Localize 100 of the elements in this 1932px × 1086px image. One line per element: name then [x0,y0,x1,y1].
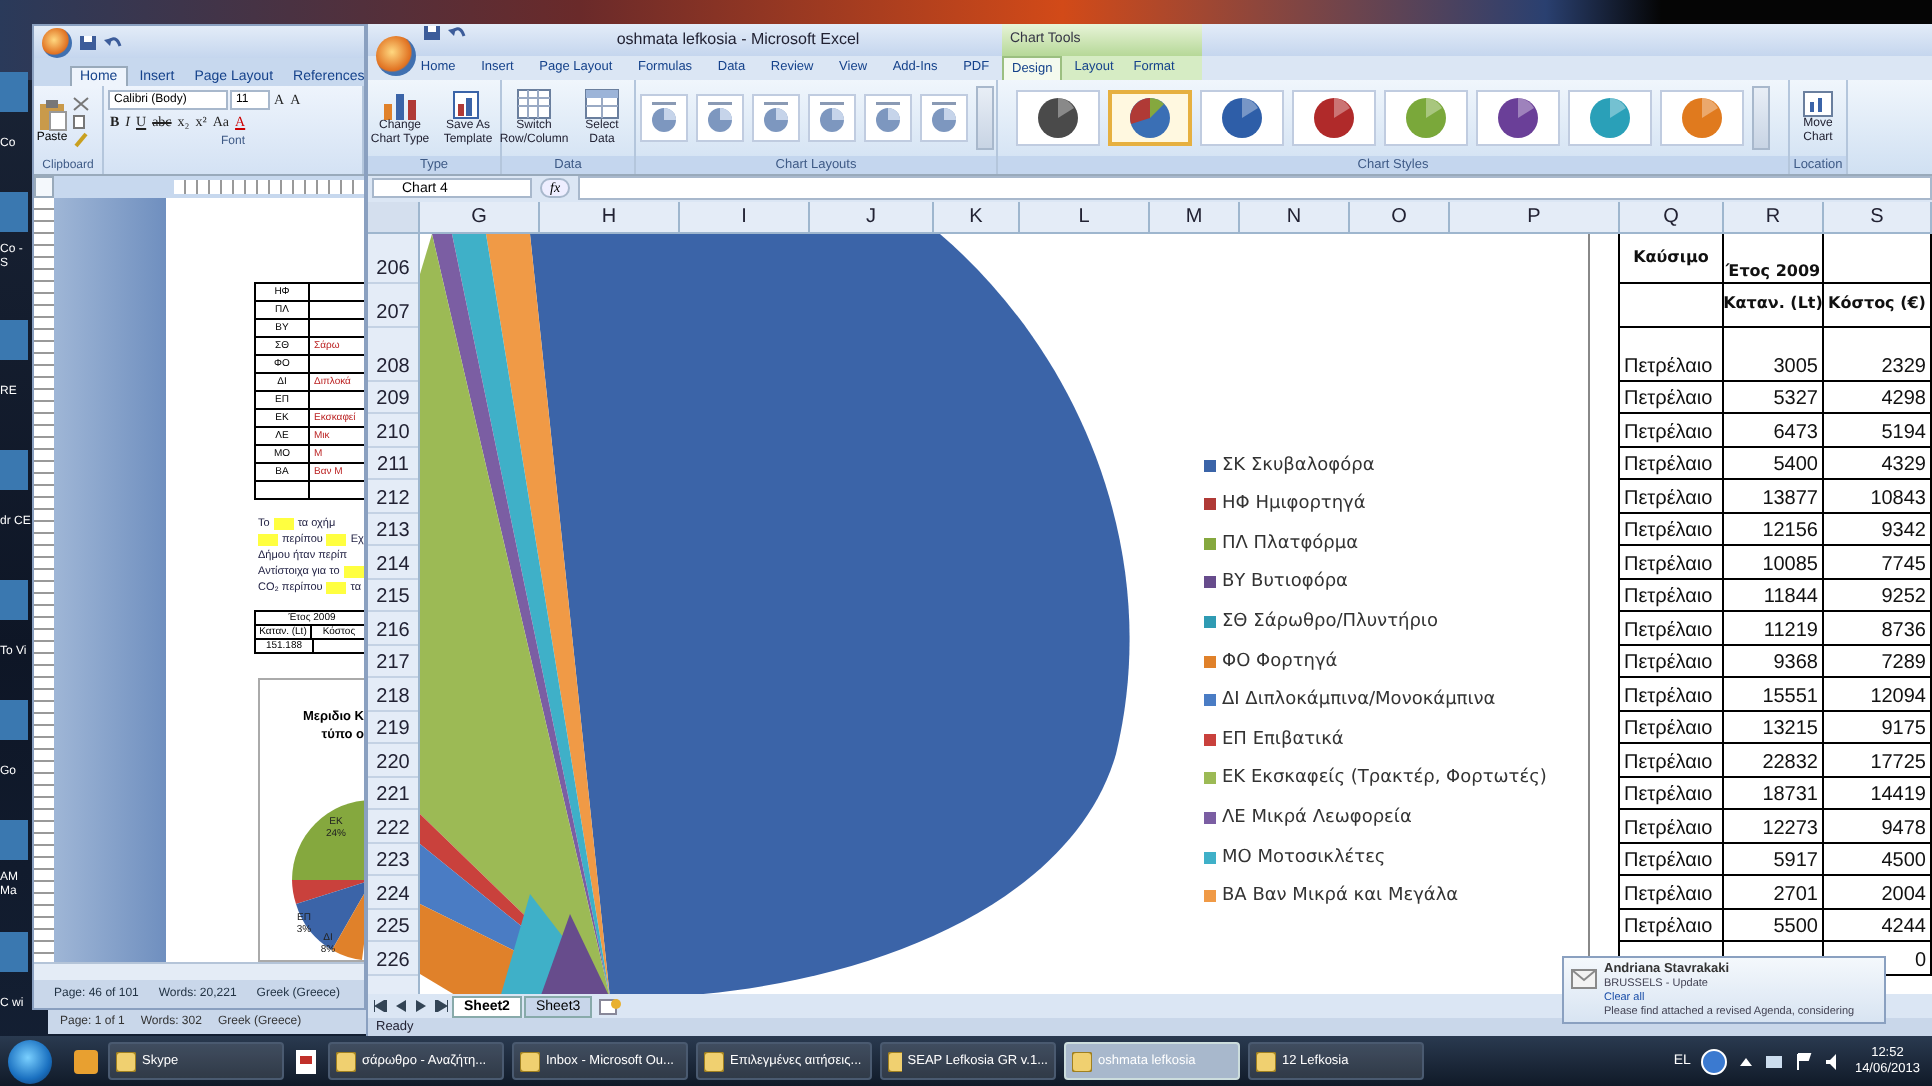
legend-label: ΣΘ Σάρωθρο/Πλυντήριο [1222,612,1438,633]
chart-layout-button[interactable] [751,93,799,142]
previous-sheet-button[interactable] [392,996,410,1017]
table-cell: 9252 [1824,579,1932,611]
table-cell: 11844 [1724,579,1824,611]
table-cell: Πετρέλαιο [1620,381,1724,413]
row-header[interactable]: 223 [368,843,418,877]
table-cell: 7289 [1824,645,1932,677]
chart-layout-button[interactable] [863,93,911,142]
brush-icon[interactable] [72,132,90,148]
chart-style-button[interactable] [1108,89,1192,146]
last-sheet-button[interactable] [432,996,450,1017]
table-cell: Πετρέλαιο [1620,711,1724,743]
table-cell: Πετρέλαιο [1620,843,1724,875]
first-sheet-button[interactable] [372,996,390,1017]
office-button[interactable] [376,36,416,76]
table-cell: Πετρέλαιο [1620,546,1724,578]
table-cell: Πετρέλαιο [1620,777,1724,809]
row-header[interactable]: 216 [368,612,418,646]
start-button[interactable] [8,1039,52,1083]
row-header[interactable]: 226 [368,942,418,976]
row-header[interactable]: 219 [368,711,418,745]
chart-style-button[interactable] [1016,89,1100,146]
pie-icon [1680,95,1724,140]
row-header[interactable]: 218 [368,678,418,712]
table-cell: 15551 [1724,678,1824,710]
row-header[interactable]: 217 [368,645,418,679]
app-icon [336,1051,356,1071]
row-header[interactable]: 208 [368,327,418,382]
chart-layout-button[interactable] [639,93,687,142]
table-cell: 18731 [1724,777,1824,809]
table-cell: 4244 [1824,909,1932,941]
pie-icon [1588,95,1632,140]
row-header[interactable]: 220 [368,744,418,778]
pie-icon [1036,95,1080,140]
ruler-toggle-button[interactable] [34,176,54,198]
column-header[interactable]: H [540,201,680,232]
table-header-cell: Κόστος (€) [1824,283,1932,326]
column-header[interactable]: P [1450,201,1620,232]
table-cell: 9368 [1724,645,1824,677]
row-header[interactable]: 214 [368,546,418,580]
chart-style-button[interactable] [1292,89,1376,146]
formula-field[interactable] [578,176,1932,201]
app-icon[interactable] [72,1047,100,1075]
column-header[interactable]: S [1824,201,1932,232]
row-header[interactable]: 224 [368,876,418,910]
scissors-icon[interactable] [72,96,90,112]
table-cell: 2329 [1824,327,1932,380]
table-icon [584,87,620,120]
insert-sheet-icon[interactable] [598,997,623,1016]
pie-icon [1220,95,1264,140]
row-header[interactable]: 225 [368,909,418,943]
column-header[interactable]: K [934,201,1020,232]
app-icon [1256,1051,1276,1071]
chart-layout-button[interactable] [807,93,855,142]
table-cell: 11219 [1724,612,1824,644]
row-header[interactable]: 213 [368,513,418,547]
app-icon [520,1051,540,1071]
caret-icon[interactable] [1738,1053,1755,1069]
table-cell: Πετρέλαιο [1620,645,1724,677]
column-header[interactable]: M [1150,201,1240,232]
flag-icon[interactable] [1794,1051,1815,1071]
column-header[interactable]: J [810,201,934,232]
chart-icon [1802,89,1834,118]
undo-icon[interactable] [104,33,124,51]
office-button[interactable] [42,27,72,57]
column-header[interactable]: R [1724,201,1824,232]
chart-layout-button[interactable] [919,93,967,142]
row-header[interactable]: 221 [368,777,418,811]
row-header[interactable]: 206 [368,233,418,284]
next-sheet-button[interactable] [412,996,430,1017]
horizontal-scrollbar[interactable] [34,962,364,980]
row-header[interactable]: 210 [368,414,418,448]
save-icon[interactable] [78,33,98,51]
help-icon[interactable] [1700,1047,1729,1075]
chart-style-button[interactable] [1200,89,1284,146]
row-header[interactable]: 222 [368,810,418,844]
row-header[interactable]: 215 [368,579,418,613]
pie-icon [1496,95,1540,140]
chart-style-button[interactable] [1476,89,1560,146]
row-header[interactable]: 211 [368,447,418,481]
column-header[interactable]: Q [1620,201,1724,232]
document-icon[interactable] [292,1047,320,1075]
table-header-cell: Καύσιμο [1620,233,1724,282]
table-cell: Πετρέλαιο [1620,744,1724,776]
table-cell: 8736 [1824,612,1932,644]
table-cell: Πετρέλαιο [1620,480,1724,512]
row-header[interactable]: 207 [368,283,418,328]
save-icon[interactable] [422,24,442,42]
column-header[interactable]: O [1350,201,1450,232]
copy-icon[interactable] [72,114,90,130]
network-icon[interactable] [1764,1051,1785,1071]
row-header[interactable]: 212 [368,480,418,514]
undo-icon[interactable] [448,24,468,42]
chart-layout-button[interactable] [695,93,743,142]
column-header[interactable]: G [420,201,540,232]
column-header[interactable]: I [680,201,810,232]
column-header[interactable]: L [1020,201,1150,232]
column-header[interactable]: N [1240,201,1350,232]
row-header[interactable]: 209 [368,381,418,415]
